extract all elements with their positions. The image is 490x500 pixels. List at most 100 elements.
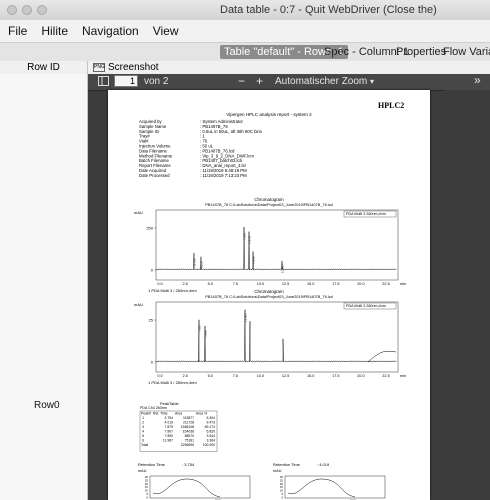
report-field-label: Date Processed [139, 173, 170, 178]
peak-table-subtitle: PDA Ch3 260nm [140, 406, 167, 410]
chromatogram-x-tick: 5.0 [208, 282, 213, 286]
peak-table-header: Area [175, 412, 182, 416]
chromatogram-peak-label: 7.807 [243, 232, 247, 240]
zoom-select[interactable]: Automatischer Zoom [275, 76, 367, 88]
chromatogram-y-tick: 25 [149, 317, 154, 322]
report-title: Vipergen HPLC analysis report - system 2 [226, 112, 312, 117]
page-number-input[interactable]: 1 [114, 75, 138, 87]
chromatogram-x-tick: 5.0 [208, 374, 213, 378]
peak-table-cell: 6 [142, 439, 144, 443]
column-header-rowid[interactable]: Row ID [0, 61, 88, 74]
more-tools-button[interactable]: » [474, 74, 481, 86]
pdf-toolbar: 1 von 2 − + Automatischer Zoom ▾ » [88, 74, 490, 91]
hplc-report: HPLC2 Vipergen HPLC analysis report - sys… [134, 101, 406, 500]
chevron-down-icon[interactable]: ▾ [370, 76, 374, 88]
row-id-label: Row0 [34, 400, 60, 411]
page-total: von 2 [144, 76, 169, 87]
peak-table-cell: 1 [142, 416, 144, 420]
image-type-icon: PNG [93, 63, 105, 72]
peak-table-total: 100.000 [203, 443, 215, 447]
peak-table-cell: 9.473 [207, 421, 216, 425]
table-row-id-cell[interactable]: Row0 [0, 74, 88, 500]
chromatogram-x-tick: 22.5 [382, 282, 389, 286]
peak-table-cell: 4.019 [165, 421, 174, 425]
chromatogram-x-tick: 0.0 [157, 282, 162, 286]
chromatogram-x-tick: 10.0 [257, 282, 264, 286]
chromatogram-trace [156, 309, 397, 363]
chromatogram-x-tick: 20.0 [357, 282, 364, 286]
spectrum-label: Retention Time [138, 462, 166, 467]
chromatogram-peak-label: 3.754 [193, 258, 197, 266]
chromatogram-y-tick: 250 [146, 225, 153, 230]
peak-table-cell: 5 [142, 434, 144, 438]
chromatogram-x-tick: 22.5 [382, 374, 389, 378]
chromatogram-path: PB1407B_76 C:\LabSolutions\Data\Project0… [205, 294, 333, 299]
chromatogram-y-unit: mAU [134, 302, 143, 307]
chromatogram-legend: PDA Multi 3 260nm,4nm [346, 304, 386, 308]
viewer-scroll-area[interactable] [445, 90, 490, 500]
chromatogram-peak-label: 7.890 [252, 256, 256, 264]
peak-table-cell: 154038 [183, 430, 194, 434]
menu-file[interactable]: File [0, 24, 34, 38]
peak-table-cell: 1568108 [181, 425, 194, 429]
chromatogram-x-tick: 15.0 [307, 374, 314, 378]
peak-table-header: Peak# [141, 412, 151, 416]
peak-table-cell: 119877 [183, 416, 194, 420]
sidebar-toggle-icon[interactable] [98, 76, 109, 90]
column-header-screenshot[interactable]: PNG Screenshot [93, 61, 159, 74]
chromatogram-x-tick: 12.5 [282, 282, 289, 286]
chromatogram-x-tick: 17.5 [332, 282, 339, 286]
tab-bar: Table "default" - Rows: 1 Spec - Column:… [0, 43, 490, 62]
peak-table-cell: 3.364 [207, 439, 216, 443]
menu-view[interactable]: View [146, 24, 186, 38]
menu-bar: File Hilite Navigation View [0, 20, 490, 43]
peak-table-total: 2256596 [181, 443, 194, 447]
peak-table-cell: 7.807 [165, 430, 174, 434]
menu-hilite[interactable]: Hilite [34, 24, 75, 38]
peak-table-cell: 5.304 [207, 416, 216, 420]
window-titlebar: Data table - 0:7 - Quit WebDriver (Close… [0, 0, 490, 21]
chromatogram-x-unit: min [400, 282, 406, 286]
tab-properties[interactable]: Properties [396, 45, 446, 59]
peak-table-header: Area % [196, 412, 207, 416]
chromatogram-y-unit: mAU [134, 210, 143, 215]
zoom-out-button[interactable]: − [238, 75, 245, 87]
column-header-screenshot-label: Screenshot [108, 62, 159, 73]
spectrum-y-unit: mAU [273, 469, 282, 473]
peak-table-cell: 88570 [185, 434, 195, 438]
window-zoom-button[interactable] [37, 5, 47, 15]
window-close-button[interactable] [7, 5, 17, 15]
table-header: Row ID PNG Screenshot [0, 61, 490, 75]
zoom-in-button[interactable]: + [256, 75, 263, 87]
peak-table-cell: 69.174 [205, 425, 215, 429]
peak-table-cell: 6.820 [207, 430, 216, 434]
peak-table-total: Total [141, 443, 148, 447]
chromatogram-x-tick: 12.5 [282, 374, 289, 378]
chromatogram-peak-label: 7.890 [204, 330, 208, 338]
peak-table-cell: 4 [142, 430, 144, 434]
chromatogram-baseline-rise [367, 350, 397, 363]
peak-table-cell: 7.879 [165, 425, 174, 429]
spectrum-frame [284, 475, 386, 499]
window-minimize-button[interactable] [22, 5, 32, 15]
peak-table-cell: 211728 [183, 421, 194, 425]
chromatogram-x-tick: 10.0 [257, 374, 264, 378]
chromatogram-x-tick: 15.0 [307, 282, 314, 286]
peak-table-cell: 2 [142, 421, 144, 425]
chromatogram-y-tick: 0 [151, 267, 154, 272]
report-field-value: : 11/19/2019 7:13:23 PM [200, 173, 247, 178]
menu-navigation[interactable]: Navigation [75, 24, 146, 38]
spectrum-curve [287, 478, 356, 498]
chromatogram-peak-label: 7.879 [248, 236, 252, 244]
chromatogram-x-tick: 2.5 [182, 374, 187, 378]
chromatogram-y-tick: 0 [151, 359, 154, 364]
chromatogram-peak-label: 4.019 [200, 261, 204, 269]
tab-flow-variables[interactable]: Flow Variables [443, 45, 490, 59]
report-logo: HPLC2 [378, 101, 404, 110]
spectrum-curve [152, 478, 221, 498]
screenshot-cell-pdf-viewer[interactable]: 1 von 2 − + Automatischer Zoom ▾ » HPLC2… [88, 74, 490, 500]
pdf-page: HPLC2 Vipergen HPLC analysis report - sys… [108, 90, 430, 500]
chromatogram-x-tick: 2.5 [182, 282, 187, 286]
peak-table-cell: 3 [142, 425, 144, 429]
chromatogram-x-tick: 20.0 [357, 374, 364, 378]
